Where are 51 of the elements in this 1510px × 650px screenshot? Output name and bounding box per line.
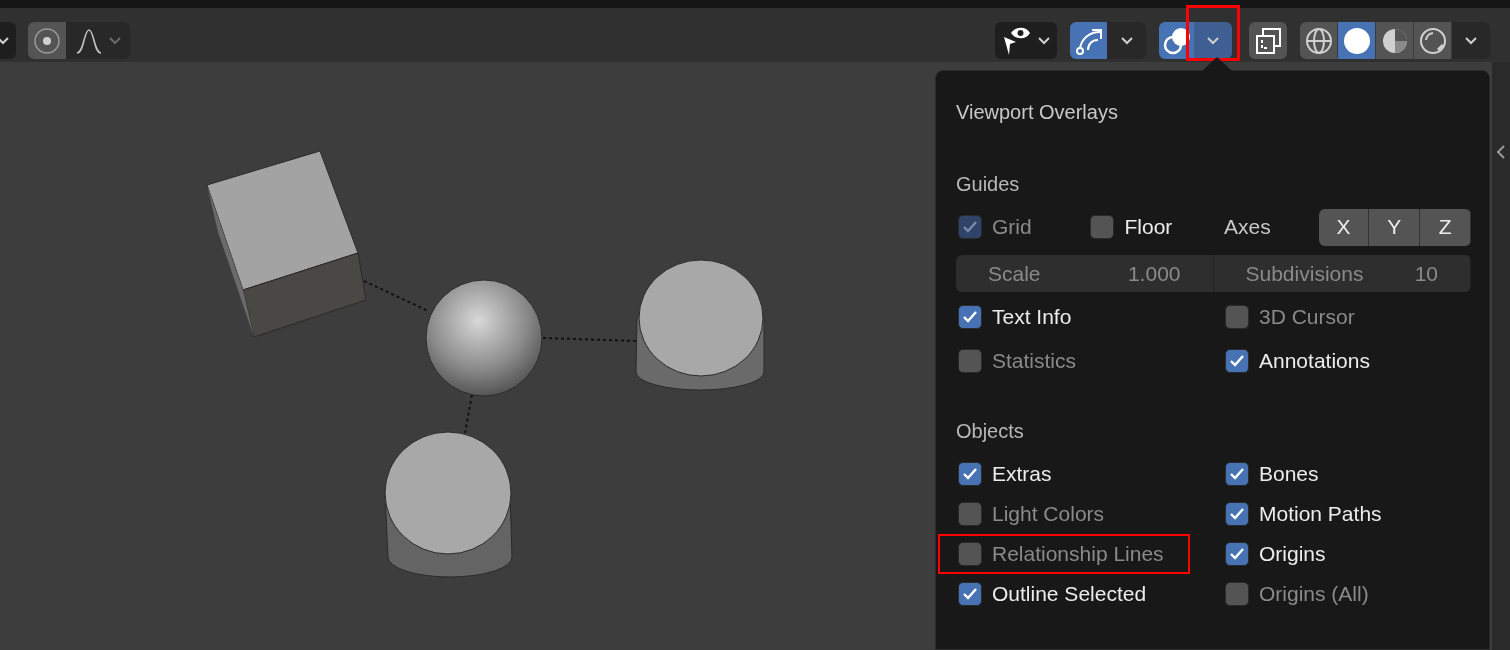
- check-icon: [1229, 354, 1245, 368]
- number-field[interactable]: Scale 1.000: [956, 255, 1214, 292]
- shading-mode-button[interactable]: [1414, 22, 1452, 59]
- caret-icon: [1037, 36, 1051, 45]
- shading-mode-button[interactable]: [1300, 22, 1338, 59]
- filled-circle-icon: [1341, 25, 1372, 56]
- object-visibility-button[interactable]: [995, 22, 1057, 59]
- checkbox[interactable]: Extras: [956, 454, 1054, 494]
- caret-icon: [1464, 36, 1478, 45]
- number-field[interactable]: Subdivisions 10: [1213, 255, 1471, 292]
- check-icon: [962, 467, 978, 481]
- checkbox[interactable]: Annotations: [1223, 341, 1372, 381]
- checkbox[interactable]: Outline Selected: [956, 574, 1149, 614]
- checkbox[interactable]: Motion Paths: [1223, 494, 1384, 534]
- shading-mode-button[interactable]: [1376, 22, 1414, 59]
- relationship-line: [363, 280, 429, 312]
- axis-toggle-button[interactable]: Y: [1369, 208, 1421, 246]
- checkbox[interactable]: Bones: [1223, 454, 1321, 494]
- relationship-line: [464, 394, 473, 434]
- check-icon: [962, 587, 978, 601]
- overlapping-squares-icon: [1253, 25, 1283, 56]
- caret-icon: [1119, 36, 1134, 45]
- checkbox[interactable]: Text Info: [956, 297, 1074, 337]
- shading-mode-button[interactable]: [1338, 22, 1376, 59]
- caret-icon: [0, 36, 10, 45]
- checkbox[interactable]: Origins: [1223, 534, 1328, 574]
- overlays-toggle-button[interactable]: [1159, 22, 1194, 59]
- gizmo-toggle-button[interactable]: [1070, 22, 1107, 59]
- axis-toggle-button[interactable]: X: [1318, 208, 1370, 246]
- check-icon: [962, 220, 978, 234]
- checkbox[interactable]: Floor: [1088, 207, 1175, 247]
- section-heading: Guides: [956, 172, 1021, 197]
- overlapping-circles-icon: [1161, 25, 1192, 56]
- chevron-left-icon[interactable]: [1496, 144, 1506, 160]
- shaded-sphere-icon: [1417, 25, 1448, 56]
- popup-title: Viewport Overlays: [956, 100, 1119, 125]
- falloff-button[interactable]: [66, 22, 130, 59]
- bell-curve-icon: [74, 26, 104, 55]
- check-icon: [962, 310, 978, 324]
- check-icon: [1229, 547, 1245, 561]
- axes-label: Axes: [1223, 214, 1272, 241]
- xray-toggle-button[interactable]: [1249, 22, 1287, 59]
- proportional-editing-button[interactable]: [28, 22, 66, 59]
- caret-icon: [1206, 36, 1220, 45]
- axis-toggle-button[interactable]: Z: [1420, 208, 1471, 246]
- section-heading: Objects: [956, 419, 1025, 444]
- check-icon: [1229, 467, 1245, 481]
- globe-icon: [1303, 25, 1334, 56]
- target-icon: [33, 26, 61, 55]
- check-icon: [1229, 507, 1245, 521]
- caret-icon: [108, 36, 122, 45]
